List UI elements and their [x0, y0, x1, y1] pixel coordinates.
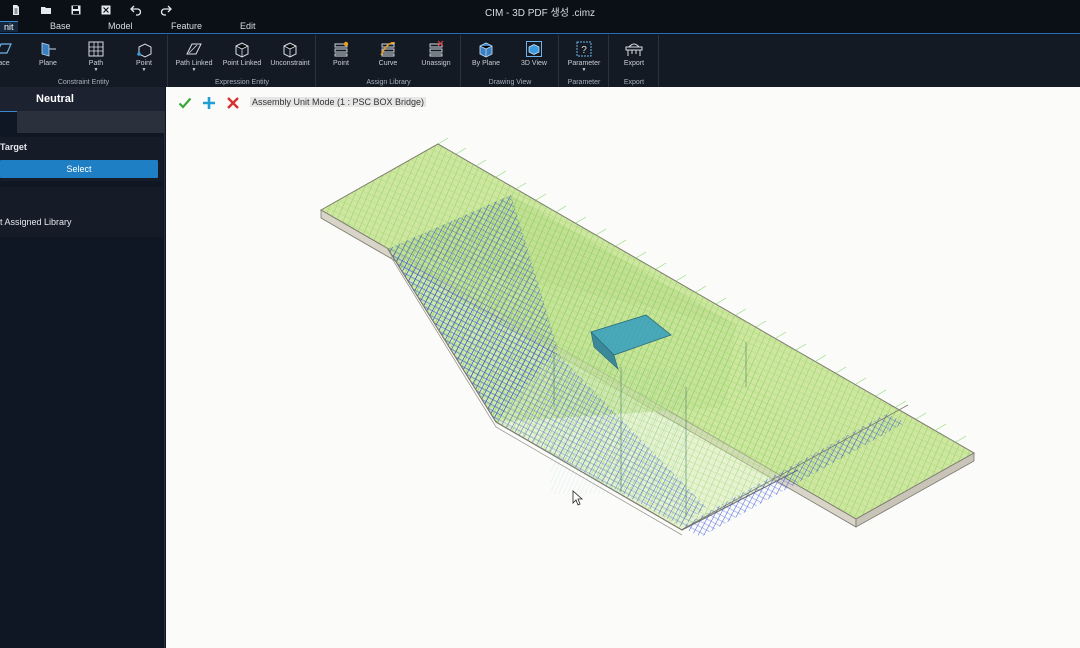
export-bridge-icon: [625, 43, 643, 56]
box-girder: [387, 195, 801, 536]
assign-curve-button[interactable]: Curve: [368, 38, 408, 76]
path-grid-icon: [88, 41, 104, 57]
unassign-button[interactable]: Unassign: [416, 38, 456, 76]
dropdown-arrow-icon: ▼: [93, 67, 99, 73]
assign-point-button[interactable]: Point: [321, 38, 361, 76]
assign-point-icon: [334, 41, 349, 57]
unconstraint-icon: [283, 42, 297, 58]
ribbon-group-constraint-entity: ace Plane Path ▼ Point ▼ Constraint Enti…: [0, 35, 168, 87]
dropdown-arrow-icon: ▼: [141, 67, 147, 73]
tab-base[interactable]: Base: [50, 21, 71, 31]
ribbon-group-parameter: ? Parameter ▼ Parameter: [560, 35, 609, 87]
ribbon-group-label: Assign Library: [366, 79, 411, 86]
ribbon-group-assign-library: Point Curve Unassign Assign Library: [317, 35, 461, 87]
by-plane-button[interactable]: By Plane: [466, 38, 506, 76]
panel-tab-active[interactable]: [0, 111, 17, 133]
select-button[interactable]: Select: [0, 160, 158, 178]
tab-model[interactable]: Model: [108, 21, 133, 31]
parameter-icon: ?: [576, 41, 592, 57]
tab-feature[interactable]: Feature: [171, 21, 202, 31]
ribbon-group-label: Parameter: [567, 79, 601, 86]
parameter-button[interactable]: ? Parameter ▼: [564, 38, 604, 76]
point-linked-button[interactable]: Point Linked: [222, 38, 262, 76]
panel-title: Neutral: [36, 93, 74, 105]
panel-tabs: [0, 111, 165, 133]
surface-button[interactable]: ace: [0, 38, 24, 76]
side-panel: Neutral Target Select t Assigned Library: [0, 87, 165, 648]
path-button[interactable]: Path ▼: [76, 38, 116, 76]
unconstraint-button[interactable]: Unconstraint: [270, 38, 310, 76]
ribbon-group-drawing-view: By Plane 3D View Drawing View: [462, 35, 559, 87]
path-linked-icon: [186, 43, 202, 55]
ribbon-group-label: Expression Entity: [214, 79, 270, 86]
assigned-library-section: t Assigned Library: [0, 187, 163, 237]
3d-view-button[interactable]: 3D View: [514, 38, 554, 76]
assign-curve-icon: [380, 42, 396, 57]
unassign-icon: [429, 40, 444, 57]
tab-edit[interactable]: Edit: [240, 21, 256, 31]
point-linked-icon: [235, 42, 249, 58]
point-cube-icon: [137, 43, 152, 58]
plane-button[interactable]: Plane: [28, 38, 68, 76]
ribbon-group-label: Drawing View: [488, 79, 532, 86]
mouse-cursor-icon: [572, 490, 584, 506]
plane-icon: [41, 42, 56, 57]
dropdown-arrow-icon: ▼: [581, 67, 587, 73]
window-title: CIM - 3D PDF 생성 .cimz: [484, 8, 596, 19]
point-button[interactable]: Point ▼: [124, 38, 164, 76]
svg-text:?: ?: [581, 45, 587, 56]
surface-icon: [0, 43, 12, 54]
bridge-3d-model: [319, 137, 976, 537]
dropdown-arrow-icon: ▼: [191, 67, 197, 73]
assigned-library-label: t Assigned Library: [0, 217, 72, 227]
ribbon-group-label: Constraint Entity: [57, 79, 110, 86]
by-plane-icon: [479, 42, 493, 58]
panel-header: Neutral: [0, 87, 165, 111]
menu-bar: nit Base Model Feature Edit: [0, 20, 1080, 34]
path-linked-button[interactable]: Path Linked ▼: [174, 38, 214, 76]
ribbon-group-label: Export: [623, 79, 645, 86]
target-label: Target: [0, 142, 27, 152]
title-bar: CIM - 3D PDF 생성 .cimz: [0, 0, 1080, 20]
ribbon: ace Plane Path ▼ Point ▼ Constraint Enti…: [0, 35, 1080, 87]
target-section: Target Select: [0, 137, 163, 181]
tab-unit[interactable]: nit: [0, 21, 18, 32]
ribbon-group-expression-entity: Path Linked ▼ Point Linked Unconstraint …: [169, 35, 316, 87]
export-button[interactable]: Export: [614, 38, 654, 76]
3d-viewport[interactable]: Assembly Unit Mode (1 : PSC BOX Bridge): [166, 87, 1080, 648]
3d-view-icon: [526, 41, 542, 57]
ribbon-group-export: Export Export: [610, 35, 659, 87]
